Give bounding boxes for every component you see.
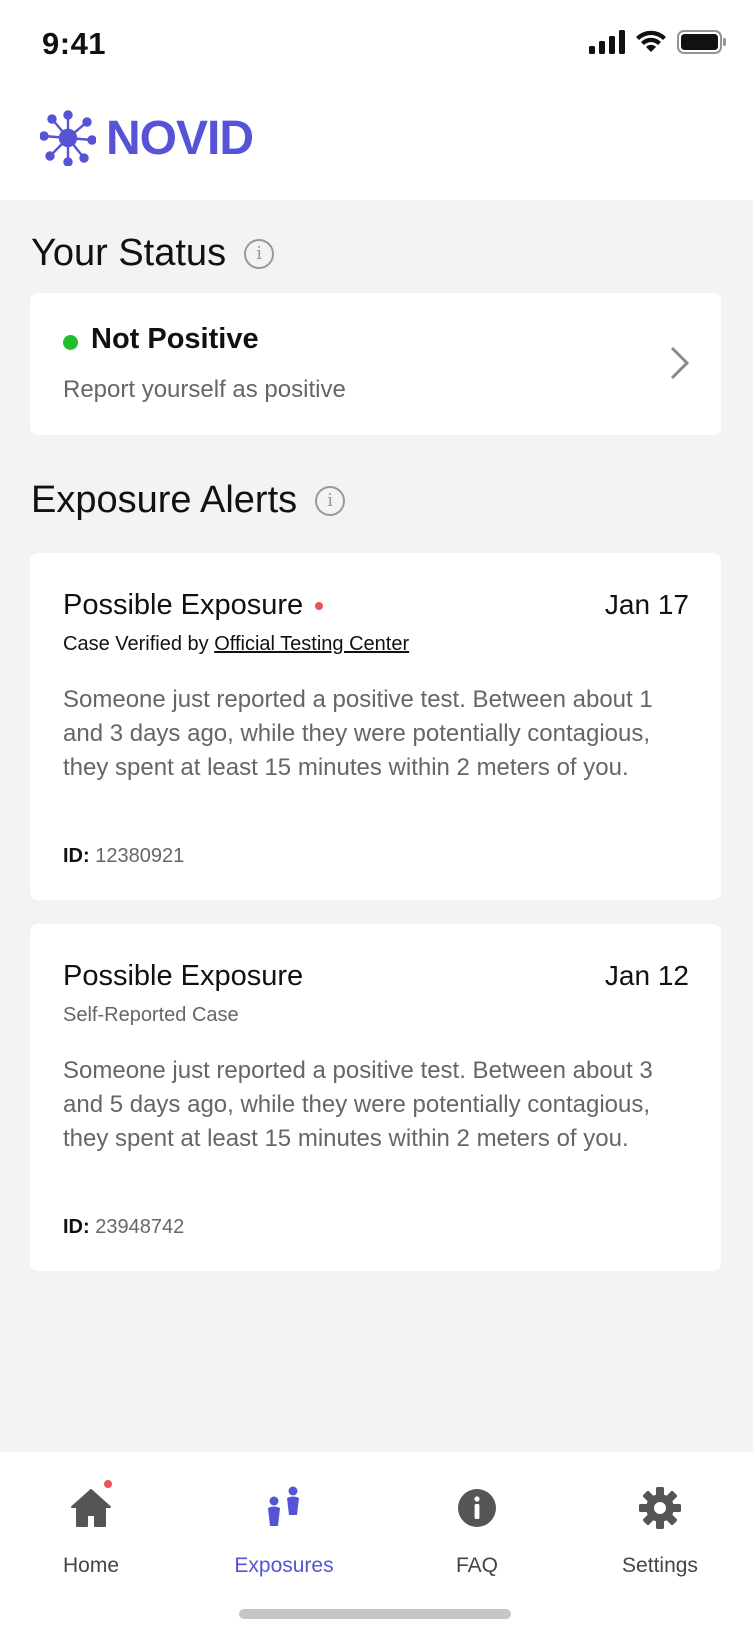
your-status-title: Your Status <box>31 232 227 274</box>
alert-id: ID: 23948742 <box>63 1216 184 1239</box>
wifi-icon <box>636 30 666 52</box>
cellular-signal-icon <box>589 30 625 54</box>
alert-id: ID: 12380921 <box>63 845 184 868</box>
tab-exposures[interactable]: Exposures <box>209 1480 359 1578</box>
tab-settings-label: Settings <box>622 1554 698 1577</box>
alert-title-row: Possible Exposure <box>63 589 324 622</box>
status-card[interactable]: Not Positive Report yourself as positive <box>30 293 721 435</box>
alert-title-row: Possible Exposure <box>63 960 303 993</box>
tab-home[interactable]: Home <box>16 1480 166 1578</box>
status-indicator-dot <box>63 335 78 350</box>
alert-date: Jan 12 <box>604 960 689 991</box>
status-icons <box>589 30 727 54</box>
alert-body: Someone just reported a positive test. B… <box>63 686 653 781</box>
alert-id-value: 12380921 <box>95 845 185 867</box>
alert-date: Jan 17 <box>604 589 689 620</box>
battery-icon <box>677 30 726 54</box>
alert-body: Someone just reported a positive test. B… <box>63 1057 653 1152</box>
exposure-alert-card[interactable]: Possible Exposure Jan 17 Case Verified b… <box>30 553 721 900</box>
app-header: NOVID <box>0 90 753 200</box>
people-icon <box>268 1486 299 1526</box>
info-icon <box>458 1489 496 1527</box>
alert-source: Self-Reported Case <box>63 1004 239 1026</box>
tab-exposures-label: Exposures <box>234 1554 334 1577</box>
alert-title: Possible Exposure <box>63 589 304 621</box>
tab-settings[interactable]: Settings <box>585 1480 735 1578</box>
your-status-heading: Your Status i <box>31 232 275 275</box>
exposure-alerts-heading: Exposure Alerts i <box>31 479 346 522</box>
gear-icon <box>639 1487 681 1529</box>
novid-logo-icon <box>40 110 96 166</box>
alert-id-value: 23948742 <box>95 1216 185 1238</box>
home-notification-dot <box>104 1480 112 1488</box>
alerts-info-icon[interactable]: i <box>315 485 346 516</box>
status-label: Not Positive <box>91 323 259 355</box>
alert-verification: Case Verified by Official Testing Center <box>63 633 409 656</box>
tab-faq-label: FAQ <box>455 1554 498 1577</box>
status-info-icon[interactable]: i <box>244 238 275 269</box>
home-indicator[interactable] <box>239 1609 511 1619</box>
app-logo: NOVID <box>40 110 254 166</box>
status-bar: 9:41 <box>0 0 753 90</box>
alert-title: Possible Exposure <box>63 960 304 992</box>
tab-home-label: Home <box>62 1554 120 1577</box>
chevron-right-icon <box>670 346 690 380</box>
alert-id-label: ID: <box>63 1216 90 1238</box>
logo-text: NOVID <box>106 111 254 165</box>
tab-faq[interactable]: FAQ <box>402 1480 552 1578</box>
status-time: 9:41 <box>42 26 107 61</box>
exposure-alert-card[interactable]: Possible Exposure Jan 12 Self-Reported C… <box>30 924 721 1271</box>
home-icon <box>71 1489 111 1527</box>
alert-id-label: ID: <box>63 845 90 867</box>
verification-prefix: Case Verified by <box>63 633 215 655</box>
exposure-alerts-title: Exposure Alerts <box>31 479 298 521</box>
testing-center-link[interactable]: Official Testing Center <box>214 633 409 655</box>
report-positive-link: Report yourself as positive <box>63 376 346 403</box>
unread-dot <box>315 601 324 610</box>
